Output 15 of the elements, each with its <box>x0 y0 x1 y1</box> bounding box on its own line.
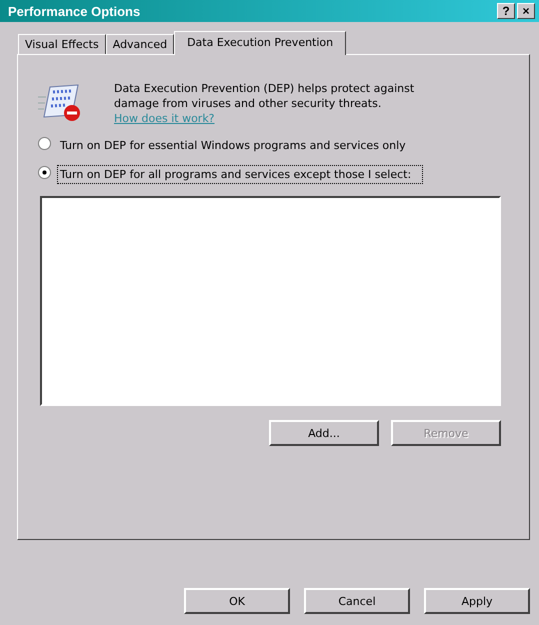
radio-button[interactable] <box>38 166 51 179</box>
description-text: Data Execution Prevention (DEP) helps protect against damage from viruses and other security threats. How does it work? <box>114 81 416 126</box>
window-title: Performance Options <box>8 4 140 18</box>
add-button[interactable]: Add... <box>269 420 379 446</box>
help-button[interactable]: ? <box>497 3 515 19</box>
radio-button[interactable] <box>38 137 51 150</box>
radio-label[interactable]: Turn on DEP for essential Windows programs and services only <box>57 136 423 155</box>
radio-label[interactable]: Turn on DEP for all programs and services except those I select: <box>57 165 423 184</box>
tab[interactable]: Visual Effects <box>18 34 106 54</box>
close-button[interactable]: × <box>517 3 535 19</box>
tab[interactable]: Data Execution Prevention <box>174 31 346 55</box>
ok-button[interactable]: OK <box>184 588 290 614</box>
tab[interactable]: Advanced <box>106 34 174 54</box>
cancel-button[interactable]: Cancel <box>304 588 410 614</box>
apply-button[interactable]: Apply <box>424 588 530 614</box>
